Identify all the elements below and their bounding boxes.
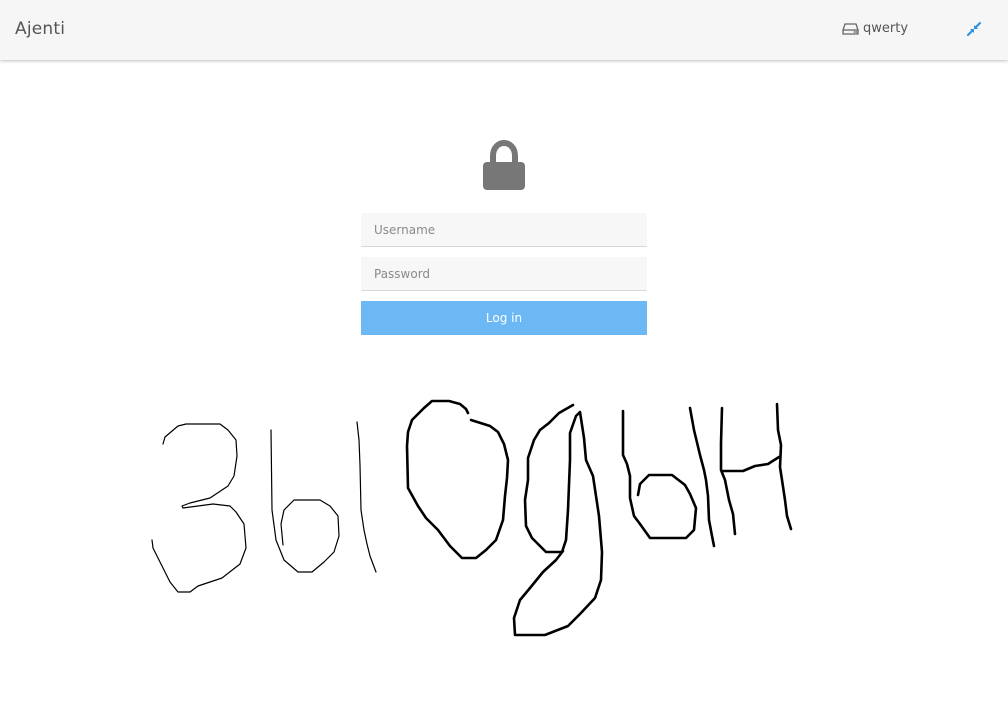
handwriting-drawing: [151, 399, 793, 637]
lock-icon: [483, 140, 525, 190]
login-button[interactable]: Log in: [361, 301, 647, 335]
password-input[interactable]: [361, 257, 647, 291]
host-selector[interactable]: qwerty: [842, 21, 908, 36]
hdd-icon: [842, 22, 859, 35]
top-bar: Ajenti qwerty: [0, 0, 1008, 60]
host-name: qwerty: [863, 21, 909, 36]
username-input[interactable]: [361, 213, 647, 247]
compress-icon[interactable]: [966, 21, 982, 37]
brand-title: Ajenti: [15, 19, 66, 39]
